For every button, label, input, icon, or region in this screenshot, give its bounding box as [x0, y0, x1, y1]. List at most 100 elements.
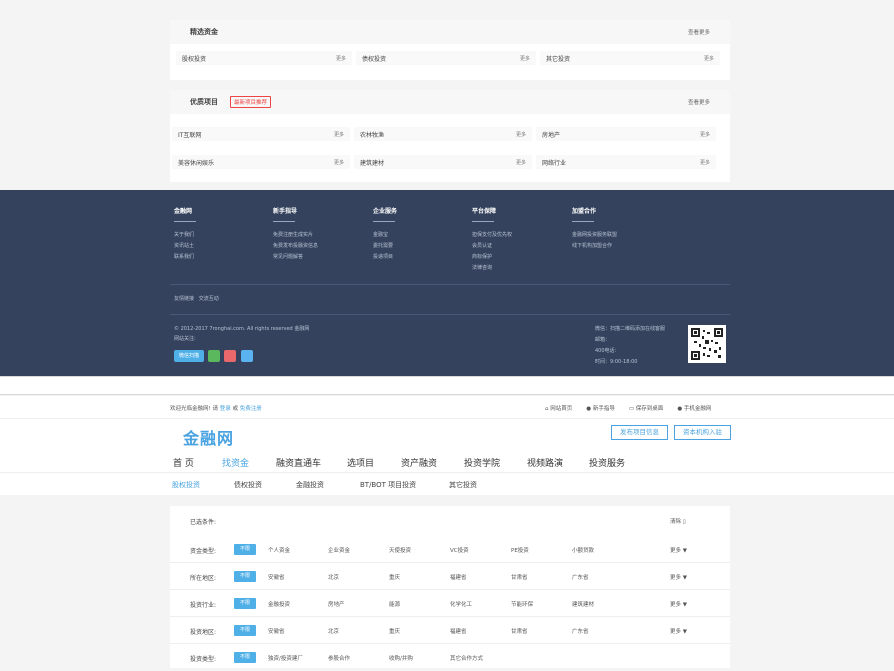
filter-option[interactable]: 化学化工: [450, 600, 472, 608]
footer-link[interactable]: 商标保护: [472, 252, 512, 263]
subnav-other[interactable]: 其它投资: [449, 480, 477, 490]
filter-option[interactable]: 重庆: [389, 627, 400, 635]
filter-more-button[interactable]: 更多 ▼: [670, 600, 687, 608]
filter-option[interactable]: 安徽省: [268, 627, 285, 635]
footer-link[interactable]: 常见问题解答: [273, 252, 318, 263]
filter-option[interactable]: 天使投资: [389, 546, 411, 554]
nav-financing-express[interactable]: 融资直通车: [276, 456, 321, 469]
filter-option[interactable]: 北京: [328, 627, 339, 635]
category-cell[interactable]: 其它投资 更多: [540, 51, 720, 65]
filter-option[interactable]: 收购/并购: [389, 654, 413, 662]
footer-link[interactable]: 关于我们: [174, 230, 196, 241]
filter-unlimited-tag[interactable]: 不限: [234, 598, 256, 609]
subnav-financial[interactable]: 金融投资: [296, 480, 324, 490]
footer-link[interactable]: 线下机构加盟合作: [572, 241, 617, 252]
footer-link[interactable]: 投递项目: [373, 252, 397, 263]
filter-option[interactable]: 节能环保: [511, 600, 533, 608]
publish-project-button[interactable]: 发布项目信息: [611, 425, 668, 440]
cell-more[interactable]: 更多: [700, 131, 710, 138]
guide-link[interactable]: ● 新手指导: [586, 404, 615, 412]
mobile-link[interactable]: ● 手机金融网: [677, 404, 711, 412]
cell-more[interactable]: 更多: [704, 55, 714, 62]
cell-more[interactable]: 更多: [516, 159, 526, 166]
nav-select-project[interactable]: 选项目: [347, 456, 374, 469]
filter-unlimited-tag[interactable]: 不限: [234, 652, 256, 663]
nav-asset-financing[interactable]: 资产融资: [401, 456, 437, 469]
footer-link[interactable]: 法律咨询: [472, 263, 512, 274]
cell-more[interactable]: 更多: [700, 159, 710, 166]
filter-option[interactable]: 建筑建材: [572, 600, 594, 608]
friend-link[interactable]: 交流互动: [199, 296, 219, 302]
footer-link[interactable]: 金融宝: [373, 230, 397, 241]
filter-option[interactable]: 个人资金: [268, 546, 290, 554]
subnav-equity[interactable]: 股权投资: [172, 480, 200, 490]
cell-more[interactable]: 更多: [520, 55, 530, 62]
wechat-icon[interactable]: [208, 350, 221, 362]
filter-option[interactable]: VC投资: [450, 546, 469, 554]
filter-option[interactable]: 独资/投资建厂: [268, 654, 303, 662]
category-cell[interactable]: 房地产 更多: [536, 127, 716, 141]
filter-option[interactable]: 房地产: [328, 600, 345, 608]
site-logo[interactable]: 金融网: [183, 425, 234, 449]
nav-home[interactable]: 首 页: [173, 456, 194, 469]
nav-investment-academy[interactable]: 投资学院: [464, 456, 500, 469]
filter-more-button[interactable]: 更多 ▼: [670, 627, 687, 635]
subnav-bt-bot[interactable]: BT/BOT 项目投资: [360, 480, 416, 490]
category-cell[interactable]: 网络行业 更多: [536, 155, 716, 169]
qq-icon[interactable]: [240, 350, 253, 362]
footer-link[interactable]: 资讯站士: [174, 241, 196, 252]
footer-link[interactable]: 免费发布投融资信息: [273, 241, 318, 252]
save-desktop-link[interactable]: ▭ 保存到桌面: [629, 404, 663, 412]
filter-unlimited-tag[interactable]: 不限: [234, 544, 256, 555]
filter-option[interactable]: 参股合作: [328, 654, 350, 662]
weibo-icon[interactable]: [224, 350, 237, 362]
cell-more[interactable]: 更多: [334, 131, 344, 138]
subnav-debt[interactable]: 债权投资: [234, 480, 262, 490]
nav-investment-services[interactable]: 投资服务: [589, 456, 625, 469]
category-cell[interactable]: IT互联网 更多: [172, 127, 350, 141]
filter-option[interactable]: 小额贷款: [572, 546, 594, 554]
cell-more[interactable]: 更多: [334, 159, 344, 166]
category-cell[interactable]: 建筑建材 更多: [354, 155, 532, 169]
filter-option[interactable]: 能源: [389, 600, 400, 608]
filter-option[interactable]: 北京: [328, 573, 339, 581]
filter-option[interactable]: 甘肃省: [511, 627, 528, 635]
category-cell[interactable]: 美容休闲娱乐 更多: [172, 155, 350, 169]
category-cell[interactable]: 债权投资 更多: [356, 51, 536, 65]
filter-option[interactable]: 企业资金: [328, 546, 350, 554]
category-cell[interactable]: 股权投资 更多: [176, 51, 352, 65]
filter-more-button[interactable]: 更多 ▼: [670, 573, 687, 581]
footer-link[interactable]: 委托需要: [373, 241, 397, 252]
nav-find-funds[interactable]: 找资金: [222, 456, 249, 469]
nav-video-roadshow[interactable]: 视频路演: [527, 456, 563, 469]
filter-unlimited-tag[interactable]: 不限: [234, 571, 256, 582]
filter-option[interactable]: 广东省: [572, 627, 589, 635]
home-link[interactable]: ⌂ 网站首页: [545, 404, 572, 412]
view-more-link[interactable]: 查看更多: [688, 98, 710, 106]
filter-option[interactable]: 广东省: [572, 573, 589, 581]
footer-link[interactable]: 免费注册生成实片: [273, 230, 318, 241]
filter-option[interactable]: 福建省: [450, 573, 467, 581]
register-link[interactable]: 免费注册: [240, 406, 262, 412]
filter-more-button[interactable]: 更多 ▼: [670, 546, 687, 554]
weixin-scan-button[interactable]: 微信扫描: [174, 350, 204, 362]
cell-more[interactable]: 更多: [516, 131, 526, 138]
filter-option[interactable]: 甘肃省: [511, 573, 528, 581]
footer-link[interactable]: 担保支付及优先权: [472, 230, 512, 241]
filter-option[interactable]: 重庆: [389, 573, 400, 581]
latest-projects-badge[interactable]: 最新项目推荐: [230, 96, 272, 108]
category-cell[interactable]: 农林牧渔 更多: [354, 127, 532, 141]
footer-link[interactable]: 联系我们: [174, 252, 196, 263]
filter-option[interactable]: PE投资: [511, 546, 529, 554]
filter-option[interactable]: 金融投资: [268, 600, 290, 608]
join-institution-button[interactable]: 资本机构入驻: [674, 425, 731, 440]
filter-option[interactable]: 安徽省: [268, 573, 285, 581]
footer-link[interactable]: 会员认证: [472, 241, 512, 252]
filter-option[interactable]: 其它合作方式: [450, 654, 483, 662]
friend-link[interactable]: 友情链接: [174, 296, 194, 302]
clear-filters-button[interactable]: 清除 ▯: [670, 517, 686, 525]
login-link[interactable]: 登录: [220, 406, 231, 412]
filter-option[interactable]: 福建省: [450, 627, 467, 635]
cell-more[interactable]: 更多: [336, 55, 346, 62]
footer-link[interactable]: 金融网投资服务联盟: [572, 230, 617, 241]
